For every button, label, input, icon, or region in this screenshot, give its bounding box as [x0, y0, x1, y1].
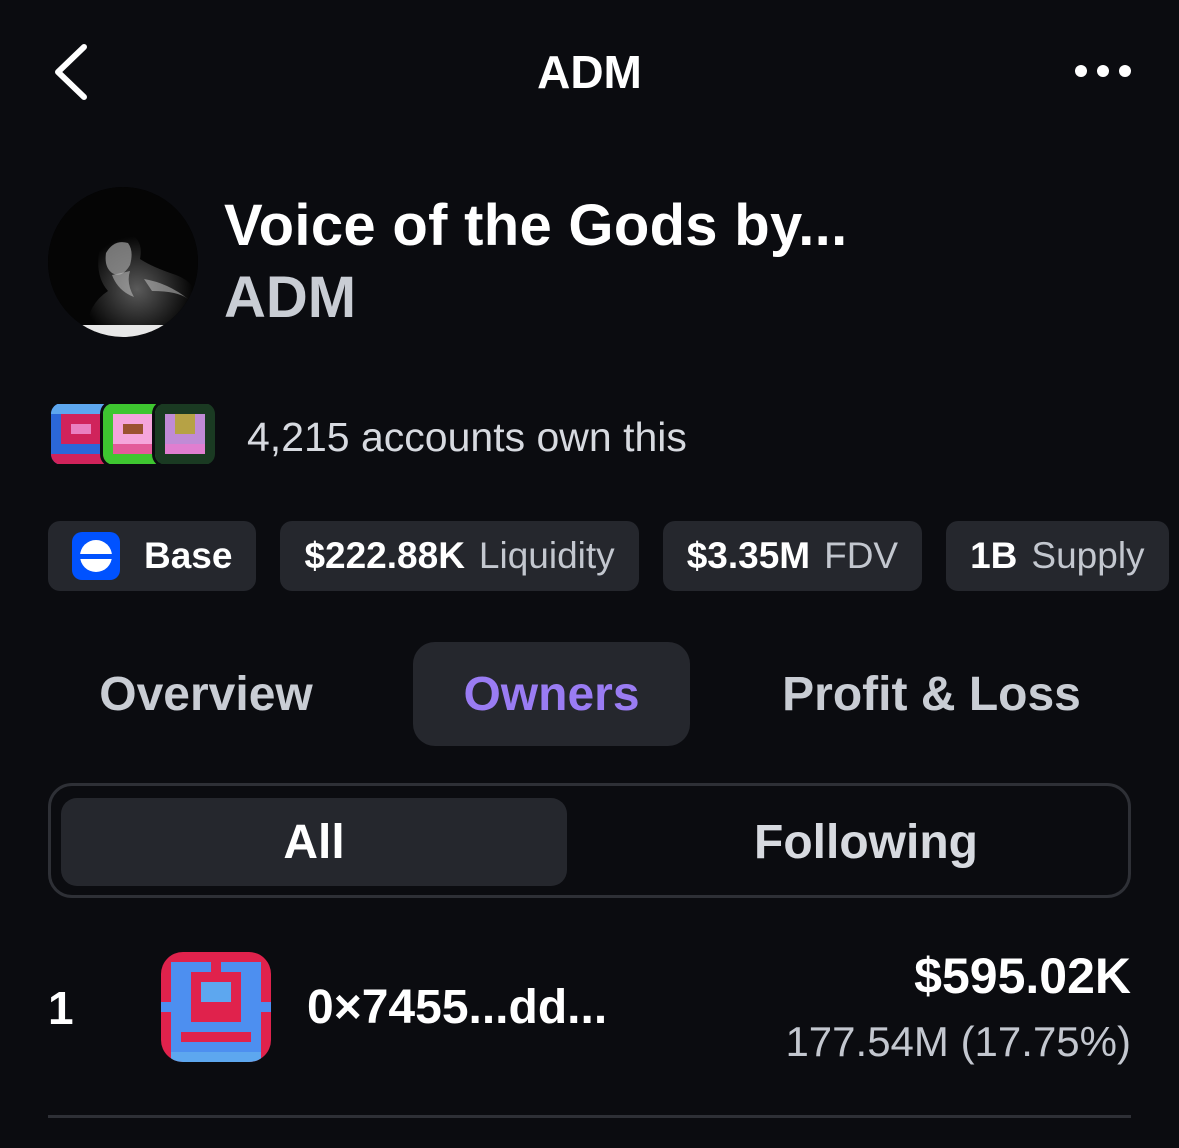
owner-avatar — [152, 400, 218, 468]
liquidity-label: Liquidity — [478, 535, 615, 576]
holder-avatar — [161, 952, 271, 1062]
filter-following-button[interactable]: Following — [581, 798, 1151, 886]
holder-rank: 1 — [48, 982, 74, 1034]
holder-address: 0×7455...dd... — [307, 981, 608, 1034]
fdv-chip[interactable]: $3.35M FDV — [662, 521, 923, 591]
fdv-label: FDV — [824, 535, 899, 576]
token-stats-chips: Base $222.88K Liquidity $3.35M FDV 1B Su… — [48, 521, 1169, 591]
supply-chip[interactable]: 1B Supply — [946, 521, 1169, 591]
token-avatar — [48, 187, 198, 337]
owners-screen: ADM Voice of the Gods by... ADM 4,215 ac… — [0, 0, 1179, 1148]
supply-value: 1B — [970, 535, 1018, 576]
network-chip[interactable]: Base — [48, 521, 257, 591]
tab-profit-loss[interactable]: Profit & Loss — [740, 642, 1123, 746]
filter-all-button[interactable]: All — [61, 798, 567, 886]
list-divider — [48, 1115, 1131, 1118]
token-symbol: ADM — [224, 265, 357, 330]
supply-label: Supply — [1031, 535, 1145, 576]
more-options-button[interactable] — [1063, 46, 1143, 96]
fdv-value: $3.35M — [686, 535, 811, 576]
liquidity-chip[interactable]: $222.88K Liquidity — [280, 521, 639, 591]
more-horizontal-icon — [1075, 65, 1131, 77]
base-network-icon — [72, 532, 120, 580]
tab-owners[interactable]: Owners — [413, 642, 690, 746]
holder-usd-value: $595.02K — [914, 948, 1131, 1004]
holder-token-amount: 177.54M (17.75%) — [785, 1018, 1131, 1065]
owners-count-text[interactable]: 4,215 accounts own this — [247, 410, 687, 464]
owners-filter-segment: All Following — [48, 783, 1131, 898]
liquidity-value: $222.88K — [304, 535, 465, 576]
tab-overview[interactable]: Overview — [48, 642, 364, 746]
header-title: ADM — [537, 46, 642, 98]
network-label: Base — [144, 535, 233, 576]
token-name: Voice of the Gods by... — [224, 193, 848, 258]
owner-avatars-stack[interactable] — [48, 400, 228, 472]
